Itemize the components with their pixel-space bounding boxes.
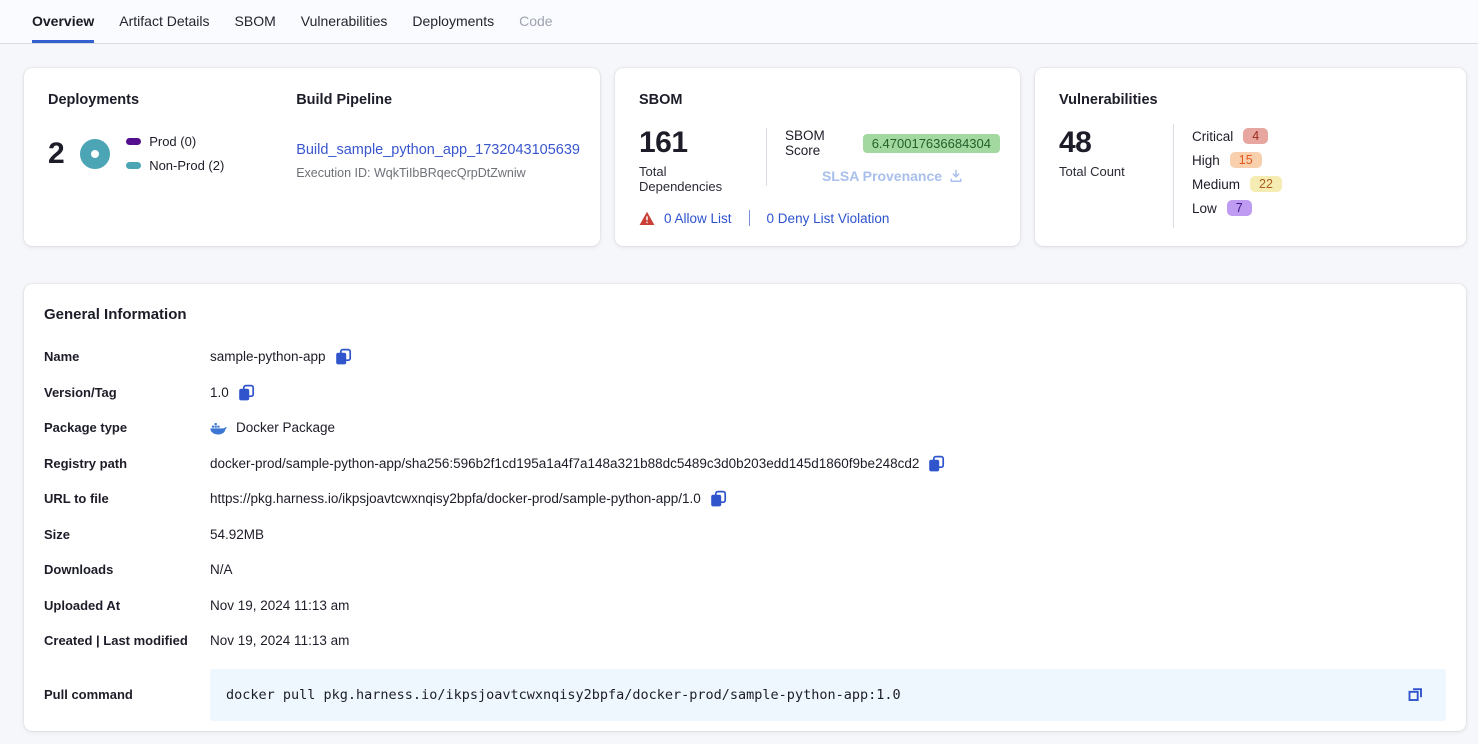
- download-icon: [949, 169, 963, 183]
- general-information-card: General Information Name sample-python-a…: [24, 284, 1466, 731]
- tab-vulnerabilities[interactable]: Vulnerabilities: [301, 0, 388, 43]
- copy-version-button[interactable]: [238, 384, 255, 401]
- copy-pull-command-button[interactable]: [1407, 686, 1424, 703]
- prod-swatch-icon: [126, 138, 141, 145]
- tab-overview[interactable]: Overview: [32, 0, 94, 43]
- size-label: Size: [44, 527, 210, 542]
- tab-artifact-details[interactable]: Artifact Details: [119, 0, 209, 43]
- row-downloads: Downloads N/A: [44, 552, 1446, 588]
- medium-count-badge: 22: [1250, 176, 1282, 192]
- package-type-label: Package type: [44, 420, 210, 435]
- slsa-provenance-label: SLSA Provenance: [822, 168, 942, 184]
- sbom-divider: [766, 128, 767, 186]
- row-package-type: Package type Docker Package: [44, 410, 1446, 446]
- deployments-donut-chart: [80, 139, 110, 169]
- row-version: Version/Tag 1.0: [44, 375, 1446, 411]
- allow-deny-separator: [749, 210, 750, 226]
- version-label: Version/Tag: [44, 385, 210, 400]
- legend-item-nonprod: Non-Prod (2): [126, 158, 224, 173]
- sbom-title: SBOM: [639, 92, 1000, 108]
- pull-command-value: docker pull pkg.harness.io/ikpsjoavtcwxn…: [226, 687, 901, 703]
- medium-label: Medium: [1192, 177, 1240, 192]
- sbom-card: SBOM 161 Total Dependencies SBOM Score 6…: [615, 68, 1020, 246]
- prod-legend-label: Prod (0): [149, 134, 196, 149]
- tab-code: Code: [519, 0, 552, 43]
- summary-cards-row: Deployments 2 Prod (0) Non-Prod (2): [24, 68, 1466, 246]
- created-modified-value: Nov 19, 2024 11:13 am: [210, 633, 349, 648]
- row-uploaded-at: Uploaded At Nov 19, 2024 11:13 am: [44, 588, 1446, 624]
- vulnerabilities-title: Vulnerabilities: [1059, 92, 1446, 108]
- severity-row-medium: Medium 22: [1192, 176, 1282, 192]
- vulnerabilities-card: Vulnerabilities 48 Total Count Critical …: [1035, 68, 1466, 246]
- row-name: Name sample-python-app: [44, 339, 1446, 375]
- deployments-card: Deployments 2 Prod (0) Non-Prod (2): [24, 68, 600, 246]
- sbom-score-badge: 6.470017636684304: [863, 134, 1000, 153]
- row-size: Size 54.92MB: [44, 517, 1446, 553]
- copy-name-button[interactable]: [335, 348, 352, 365]
- sbom-total-block: 161 Total Dependencies: [639, 126, 748, 194]
- execution-id-text: Execution ID: WqkTiIbBRqecQrpDtZwniw: [296, 166, 580, 180]
- critical-label: Critical: [1192, 129, 1233, 144]
- uploaded-at-value: Nov 19, 2024 11:13 am: [210, 598, 349, 613]
- legend-item-prod: Prod (0): [126, 134, 224, 149]
- vuln-divider: [1173, 124, 1174, 228]
- nonprod-swatch-icon: [126, 162, 141, 169]
- warning-triangle-icon: [639, 211, 655, 226]
- registry-path-label: Registry path: [44, 456, 210, 471]
- severity-row-high: High 15: [1192, 152, 1282, 168]
- row-pull-command: Pull command docker pull pkg.harness.io/…: [44, 669, 1446, 721]
- created-modified-label: Created | Last modified: [44, 633, 210, 648]
- tab-sbom[interactable]: SBOM: [235, 0, 276, 43]
- high-label: High: [1192, 153, 1220, 168]
- deployments-title: Deployments: [48, 92, 264, 108]
- sbom-total: 161: [639, 126, 748, 160]
- downloads-label: Downloads: [44, 562, 210, 577]
- deployments-total: 2: [48, 137, 64, 171]
- low-count-badge: 7: [1227, 200, 1252, 216]
- downloads-value: N/A: [210, 562, 233, 577]
- url-to-file-value: https://pkg.harness.io/ikpsjoavtcwxnqisy…: [210, 491, 701, 506]
- vuln-total-block: 48 Total Count: [1059, 126, 1155, 228]
- nonprod-legend-label: Non-Prod (2): [149, 158, 224, 173]
- tab-bar: Overview Artifact Details SBOM Vulnerabi…: [0, 0, 1478, 44]
- package-type-value: Docker Package: [236, 420, 335, 435]
- severity-row-critical: Critical 4: [1192, 128, 1282, 144]
- row-created-modified: Created | Last modified Nov 19, 2024 11:…: [44, 623, 1446, 659]
- tab-deployments[interactable]: Deployments: [412, 0, 494, 43]
- deny-list-violation-link[interactable]: 0 Deny List Violation: [767, 211, 890, 226]
- uploaded-at-label: Uploaded At: [44, 598, 210, 613]
- sbom-score-label: SBOM Score: [785, 128, 854, 158]
- copy-registry-path-button[interactable]: [928, 455, 945, 472]
- critical-count-badge: 4: [1243, 128, 1268, 144]
- vuln-total-label: Total Count: [1059, 164, 1155, 179]
- build-pipeline-link[interactable]: Build_sample_python_app_1732043105639: [296, 142, 580, 158]
- name-value: sample-python-app: [210, 349, 326, 364]
- general-information-title: General Information: [44, 306, 1446, 323]
- pull-command-box: docker pull pkg.harness.io/ikpsjoavtcwxn…: [210, 669, 1446, 721]
- vuln-total: 48: [1059, 126, 1155, 160]
- pull-command-label: Pull command: [44, 687, 210, 702]
- sbom-total-label: Total Dependencies: [639, 164, 748, 194]
- row-url-to-file: URL to file https://pkg.harness.io/ikpsj…: [44, 481, 1446, 517]
- allow-list-link[interactable]: 0 Allow List: [664, 211, 732, 226]
- low-label: Low: [1192, 201, 1217, 216]
- copy-url-button[interactable]: [710, 490, 727, 507]
- slsa-provenance-link[interactable]: SLSA Provenance: [785, 168, 1000, 184]
- severity-row-low: Low 7: [1192, 200, 1282, 216]
- url-to-file-label: URL to file: [44, 491, 210, 506]
- severity-list: Critical 4 High 15 Medium 22 Low 7: [1192, 126, 1282, 228]
- high-count-badge: 15: [1230, 152, 1262, 168]
- size-value: 54.92MB: [210, 527, 264, 542]
- registry-path-value: docker-prod/sample-python-app/sha256:596…: [210, 456, 919, 471]
- deployments-legend: Prod (0) Non-Prod (2): [126, 134, 224, 173]
- row-registry-path: Registry path docker-prod/sample-python-…: [44, 446, 1446, 482]
- name-label: Name: [44, 349, 210, 364]
- version-value: 1.0: [210, 385, 229, 400]
- build-pipeline-title: Build Pipeline: [296, 92, 580, 108]
- docker-icon: [210, 421, 227, 435]
